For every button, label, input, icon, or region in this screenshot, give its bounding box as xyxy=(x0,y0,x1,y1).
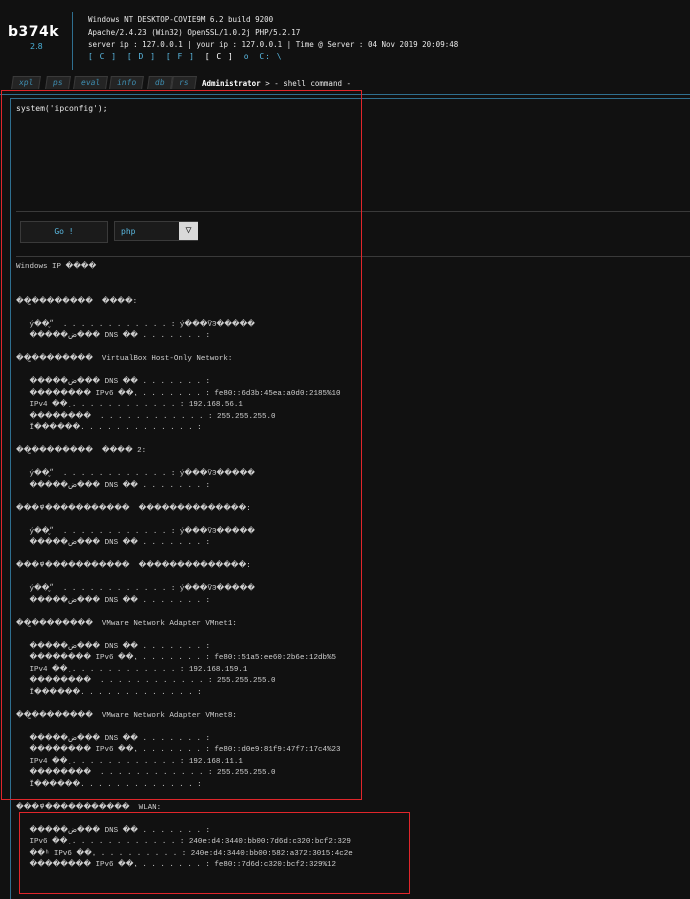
tab-ps[interactable]: ps xyxy=(45,76,70,89)
os-info: Windows NT DESKTOP-COVIE9M 6.2 build 920… xyxy=(88,14,458,27)
current-path[interactable]: C: \ xyxy=(259,52,282,61)
ip-time-info: server ip : 127.0.0.1 | your ip : 127.0.… xyxy=(88,39,458,52)
drive-link[interactable]: [ C ] xyxy=(88,52,117,61)
drive-separator: o xyxy=(244,52,250,61)
app-logo: b374k xyxy=(8,24,59,40)
tab-db[interactable]: db xyxy=(147,76,172,89)
section-title: - shell command - xyxy=(274,79,351,88)
nav-arrow: > xyxy=(265,79,270,88)
tab-eval[interactable]: eval xyxy=(73,76,108,89)
header-divider xyxy=(72,12,73,70)
drive-link[interactable]: [ F ] xyxy=(166,52,195,61)
highlight-box-primary xyxy=(1,90,362,800)
highlight-box-wlan xyxy=(19,812,410,894)
tab-info[interactable]: info xyxy=(109,76,144,89)
current-user: Administrator xyxy=(202,79,261,88)
server-info: Windows NT DESKTOP-COVIE9M 6.2 build 920… xyxy=(88,14,458,52)
nav-title: Administrator > - shell command - xyxy=(202,79,351,88)
drive-link[interactable]: [ D ] xyxy=(127,52,156,61)
tab-rs[interactable]: rs xyxy=(171,76,196,89)
app-version: 2.8 xyxy=(30,42,43,51)
drive-list: [ C ] [ D ] [ F ] [ C ] o C: \ xyxy=(88,52,287,61)
server-software: Apache/2.4.23 (Win32) OpenSSL/1.0.2j PHP… xyxy=(88,27,458,40)
drive-link-current[interactable]: [ C ] xyxy=(205,52,234,61)
tab-xpl[interactable]: xpl xyxy=(11,76,41,89)
